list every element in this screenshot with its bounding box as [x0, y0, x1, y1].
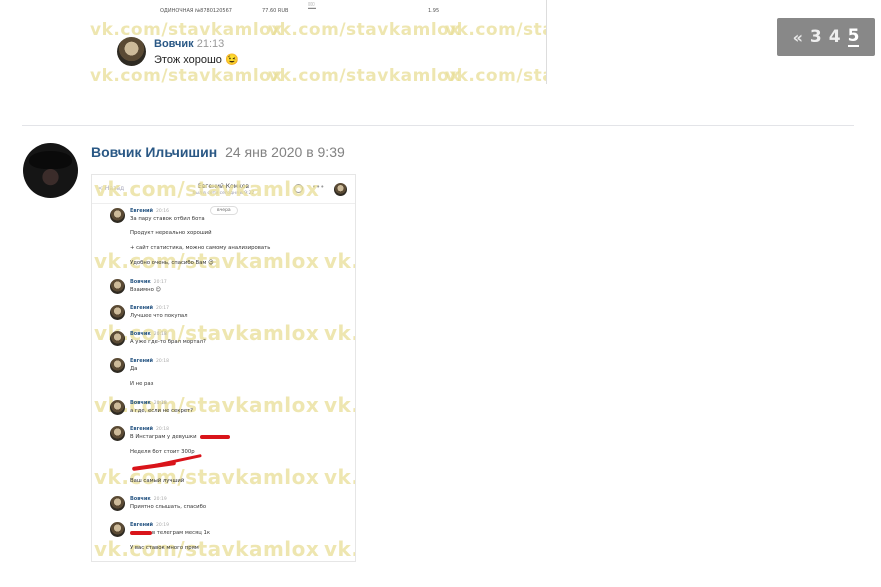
sender-name: Евгений: [130, 358, 154, 364]
page-link[interactable]: 3: [810, 27, 822, 47]
watermark: vk.com/stavkamlox: [268, 20, 461, 40]
avatar: [110, 331, 125, 346]
sender-name: Евгений: [130, 426, 154, 432]
sender-name: Вовчик: [130, 400, 151, 406]
message-header: Евгений 20:18: [130, 426, 169, 432]
current-page[interactable]: 5: [847, 27, 860, 47]
watermark: vk.com/stavkamlox: [268, 66, 461, 84]
avatar: [334, 183, 347, 196]
watermark: vk.com/stavkamlox: [94, 465, 320, 489]
post-author-link[interactable]: Вовчик Ильчишин: [91, 144, 217, 160]
avatar: [110, 279, 125, 294]
avatar: [110, 426, 125, 441]
message-header: Вовчик 20:18: [130, 400, 167, 406]
message-text: Ваш самый лучший: [130, 478, 185, 484]
date-separator: вчера: [210, 206, 238, 215]
watermark: vk.com/stavkamlox: [324, 249, 355, 273]
message-text: Удобно очень, спасибо Вам 😉: [130, 260, 214, 266]
avatar: [110, 496, 125, 511]
watermark: vk.com/stavkamlox: [445, 20, 546, 40]
watermark: vk.com/stavkamlox: [324, 393, 355, 417]
watermark: vk.com/stavkamlox: [445, 66, 546, 84]
watermark: vk.com/stavkamlox: [324, 537, 355, 561]
message-time: 20:18: [153, 332, 167, 337]
message-text: И не раз: [130, 381, 154, 387]
message-text: А уже где-то брал мортал?: [130, 339, 206, 345]
message-time: 21:13: [196, 38, 225, 50]
sender-name: Вовчик: [130, 331, 151, 337]
message-time: 20:17: [156, 306, 170, 311]
message-time: 20:18: [156, 427, 170, 432]
message-text: в телеграм месяц 1к: [152, 530, 211, 536]
message-header: Вовчик 21:13: [154, 38, 224, 50]
avatar: [110, 305, 125, 320]
avatar: [110, 522, 125, 537]
message-header: Вовчик 20:18: [130, 331, 167, 337]
receipt-stamp-icon: ▯▯▯ ▬▬: [308, 1, 316, 10]
message-text: Взаимно 😉: [130, 287, 162, 293]
chat-screenshot[interactable]: < Назад Евгений Комков был в сети сегодн…: [91, 174, 356, 562]
message-time: 20:19: [156, 523, 170, 528]
message-header: Вовчик 20:19: [130, 496, 167, 502]
avatar: [110, 358, 125, 373]
post-date[interactable]: 24 янв 2020 в 9:39: [225, 144, 345, 160]
message-text: У вас ставок много прям: [130, 545, 199, 551]
watermark: vk.com/stavkamlox: [94, 321, 320, 345]
redaction-mark: [130, 531, 152, 535]
post-header: Вовчик Ильчишин 24 янв 2020 в 9:39: [91, 144, 345, 160]
receipt-amount: 77.60 RUB: [262, 8, 289, 14]
message-time: 20:18: [153, 401, 167, 406]
watermark: vk.com/stavkamlox: [324, 465, 355, 489]
watermark: vk.com/stavkamlox: [90, 20, 283, 40]
message-text: а где, если не секрет?: [130, 408, 193, 414]
avatar: [117, 37, 146, 66]
message-text: Продукт нереально хороший: [130, 230, 212, 236]
message-header: Евгений 20:18: [130, 358, 169, 364]
message-text: Да: [130, 366, 138, 372]
watermark: vk.com/stavkamlox: [94, 537, 320, 561]
post-divider: [22, 125, 854, 126]
message-header: Евгений 20:16: [130, 208, 169, 214]
page-link[interactable]: 4: [829, 27, 841, 47]
pagination: « 3 4 5: [777, 18, 875, 56]
prev-page-link[interactable]: «: [793, 28, 803, 47]
message-header: Вовчик 20:17: [130, 279, 167, 285]
watermark: vk.com/stavkamlox: [94, 177, 320, 201]
top-post-screenshot[interactable]: ОДИНОЧНАЯ №8780120567 77.60 RUB 1.95 ▯▯▯…: [90, 0, 547, 84]
message-header: Евгений 20:19: [130, 522, 169, 528]
message-header: Евгений 20:17: [130, 305, 169, 311]
message-text: Этож хорошо 😉: [154, 54, 239, 66]
sender-name: Евгений: [130, 522, 154, 528]
message-text: Неделя бот стоит 300р: [130, 449, 195, 455]
receipt-value: 1.95: [428, 8, 440, 14]
watermark: vk.com/stavkamlox: [94, 393, 320, 417]
sender-name: Вовчик: [154, 38, 194, 50]
receipt-id: ОДИНОЧНАЯ №8780120567: [160, 8, 232, 14]
author-avatar[interactable]: [23, 143, 78, 198]
sender-name: Вовчик: [130, 496, 151, 502]
message-time: 20:16: [156, 209, 170, 214]
message-text: В Инстаграм у девушки: [130, 434, 197, 440]
message-time: 20:19: [153, 497, 167, 502]
sender-name: Евгений: [130, 208, 154, 214]
redaction-mark: [200, 435, 230, 439]
message-time: 20:17: [153, 280, 167, 285]
message-text: Лучшее что покупал: [130, 313, 188, 319]
message-text: За пару ставок отбил бота: [130, 216, 205, 222]
sender-name: Евгений: [130, 305, 154, 311]
message-text: Приятно слышать, спасибо: [130, 504, 207, 510]
watermark: vk.com/stavkamlox: [324, 321, 355, 345]
watermark: vk.com/stavkamlox: [90, 66, 283, 84]
sender-name: Вовчик: [130, 279, 151, 285]
avatar: [110, 208, 125, 223]
avatar: [110, 400, 125, 415]
message-text: + сайт статистика, можно самому анализир…: [130, 245, 271, 251]
message-time: 20:18: [156, 359, 170, 364]
